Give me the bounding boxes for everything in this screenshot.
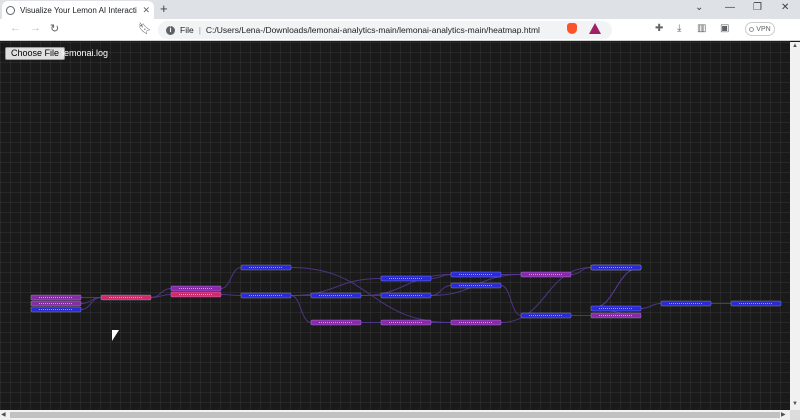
scroll-up-icon[interactable]: ▲	[792, 43, 798, 49]
scrollbar-corner	[790, 410, 800, 420]
brave-rewards-icon[interactable]	[589, 23, 601, 34]
graph-edge	[220, 294, 242, 296]
download-icon[interactable]: ⤓	[677, 23, 681, 34]
graph-edge	[290, 295, 312, 323]
browser-toolbar: ← → ↻ 🔖︎ i File | C:/Users/Lena-/Downloa…	[0, 19, 800, 41]
page-content: Choose File lemonai.log	[0, 42, 790, 410]
wallet-icon[interactable]: ▣	[720, 23, 729, 34]
scroll-down-icon[interactable]: ▼	[792, 401, 798, 407]
info-icon[interactable]: i	[166, 25, 175, 35]
mouse-cursor-icon	[112, 330, 119, 341]
interaction-graph	[30, 264, 782, 326]
tab-close-icon[interactable]: ✕	[142, 5, 150, 16]
minimize-button[interactable]: —	[725, 2, 735, 13]
forward-arrow-icon[interactable]: →	[30, 22, 41, 34]
scroll-left-icon[interactable]: ◀	[1, 411, 6, 418]
tab-search-icon[interactable]: ⌄	[695, 2, 703, 13]
extensions-icon[interactable]: ✚	[655, 23, 663, 34]
brave-shield-icon[interactable]	[567, 23, 577, 34]
vertical-scrollbar[interactable]: ▲ ▼	[790, 42, 800, 410]
scroll-right-icon[interactable]: ▶	[781, 411, 786, 418]
url-text: C:/Users/Lena-/Downloads/lemonai-analyti…	[205, 25, 540, 35]
tab-active[interactable]: Visualize Your Lemon AI Interacti ✕	[2, 1, 154, 19]
url-scheme: File	[180, 25, 194, 35]
maximize-button[interactable]: ❐	[753, 2, 762, 13]
graph-edge	[150, 294, 172, 298]
vpn-status-icon	[749, 26, 755, 32]
back-arrow-icon[interactable]: ←	[10, 22, 21, 34]
graph-edge	[590, 267, 642, 309]
tab-title: Visualize Your Lemon AI Interacti	[20, 5, 137, 15]
close-window-button[interactable]: ✕	[781, 2, 789, 13]
tab-strip: Visualize Your Lemon AI Interacti ✕ + ⌄ …	[0, 0, 800, 19]
graph-edge	[640, 303, 662, 309]
sidebar-icon[interactable]: ▥	[697, 23, 706, 34]
url-separator: |	[198, 25, 201, 35]
bookmark-icon[interactable]: 🔖︎	[138, 22, 152, 35]
vpn-button[interactable]: VPN	[745, 22, 775, 36]
vpn-label: VPN	[756, 25, 771, 33]
graph-edge	[500, 285, 522, 316]
horizontal-scrollbar[interactable]: ◀ ▶	[0, 410, 790, 420]
globe-icon	[6, 5, 15, 15]
reload-icon[interactable]: ↻	[50, 22, 59, 35]
horizontal-scroll-thumb[interactable]	[10, 412, 780, 418]
new-tab-button[interactable]: +	[160, 1, 168, 16]
graph-nodes	[30, 264, 782, 326]
address-bar[interactable]: i File | C:/Users/Lena-/Downloads/lemona…	[158, 21, 612, 39]
graph-edge	[220, 267, 242, 289]
